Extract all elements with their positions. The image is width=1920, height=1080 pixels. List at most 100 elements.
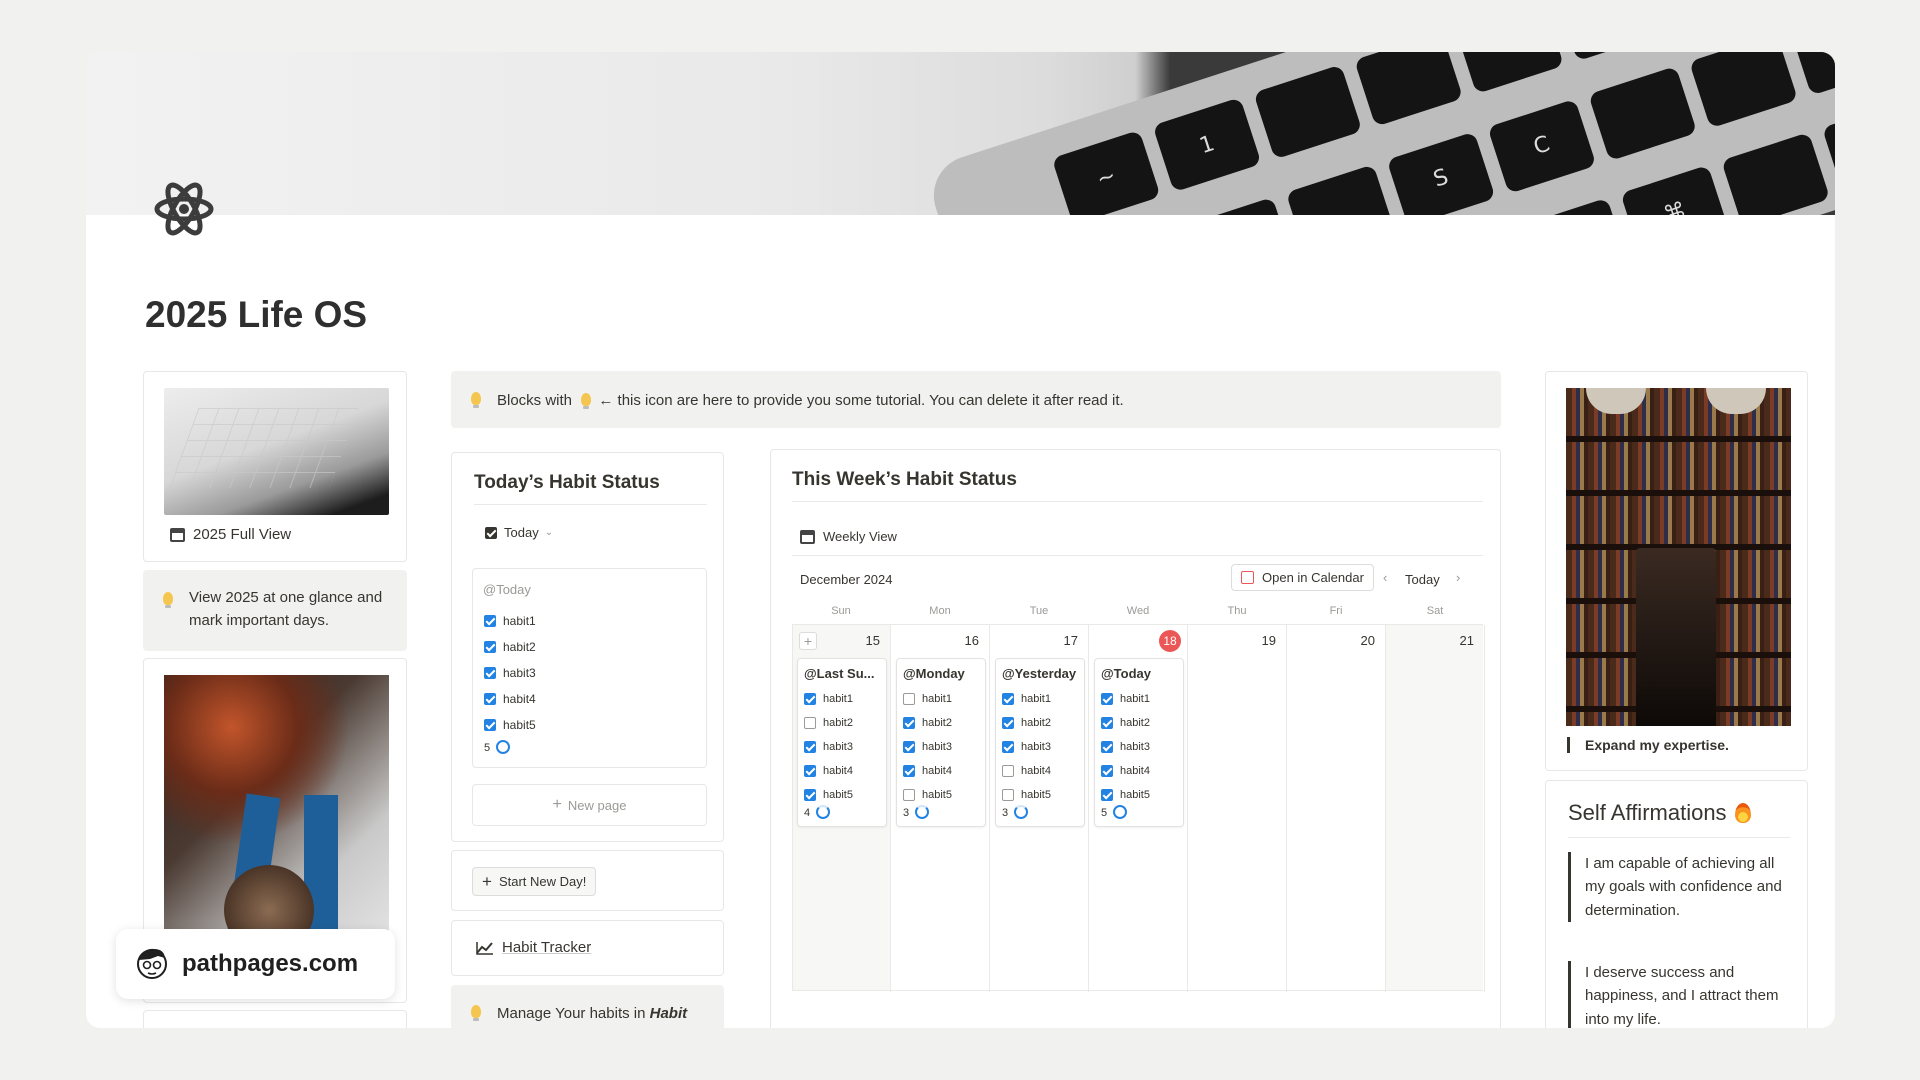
expertise-quote: Expand my expertise. — [1567, 737, 1729, 753]
divider — [792, 501, 1483, 502]
prev-week-button[interactable]: ‹ — [1383, 570, 1387, 585]
habit-row[interactable]: habit1 — [1002, 687, 1051, 711]
today-button[interactable]: Today — [1405, 572, 1440, 587]
day-cell[interactable]: 16 @Monday habit1 habit2 habit3 habit4 habit5 3 — [892, 625, 990, 992]
habit-row[interactable]: habit5 — [484, 712, 536, 738]
day-cell[interactable]: 19 — [1189, 625, 1287, 992]
tip-text: View 2025 at one glance and mark importa… — [189, 589, 383, 630]
habit-checkbox[interactable] — [1101, 717, 1113, 729]
habit-row[interactable]: habit1 — [1101, 687, 1150, 711]
new-page-label: New page — [567, 797, 627, 813]
habit-label: habit1 — [823, 693, 853, 705]
habit-checkbox[interactable] — [484, 615, 496, 627]
habit-row[interactable]: habit2 — [484, 634, 536, 660]
next-week-button[interactable]: › — [1456, 570, 1460, 585]
lightbulb-icon — [581, 393, 592, 409]
habit-row[interactable]: habit3 — [484, 660, 536, 686]
habit-checkbox[interactable] — [1002, 741, 1014, 753]
today-view-tab[interactable]: Today ⌄ — [485, 525, 553, 540]
habit-row[interactable]: habit4 — [903, 759, 952, 783]
new-page-button[interactable]: + New page — [472, 784, 707, 826]
habit-row[interactable]: habit4 — [484, 686, 536, 712]
weekly-habit-status: This Week’s Habit Status Weekly View Dec… — [770, 449, 1501, 1028]
habit-row[interactable]: habit2 — [1101, 711, 1150, 735]
count-value: 4 — [804, 807, 811, 819]
open-in-calendar-button[interactable]: Open in Calendar — [1231, 564, 1374, 591]
habit-row[interactable]: habit2 — [903, 711, 952, 735]
habit-checkbox[interactable] — [1101, 789, 1113, 801]
day-number: 21 — [1459, 633, 1474, 648]
start-new-day-button[interactable]: + Start New Day! — [472, 867, 597, 896]
habit-checkbox[interactable] — [903, 693, 915, 705]
habit-row[interactable]: habit5 — [804, 783, 853, 807]
habit-checkbox[interactable] — [484, 719, 496, 731]
habit-checkbox[interactable] — [484, 693, 496, 705]
tip-callout: View 2025 at one glance and mark importa… — [143, 570, 407, 651]
add-entry-button[interactable]: + — [799, 632, 817, 650]
day-cell[interactable]: +15 @Last Su... habit1 habit2 habit3 habit4 ha… — [793, 625, 891, 992]
day-cell[interactable]: 18 @Today habit1 habit2 habit3 habit4 habit5 5 — [1090, 625, 1188, 992]
habit-checkbox[interactable] — [903, 741, 915, 753]
habit-tracker-link[interactable]: Habit Tracker — [476, 939, 591, 956]
habit-checkbox[interactable] — [804, 741, 816, 753]
habit-row[interactable]: habit5 — [1002, 783, 1051, 807]
habit-tracker-card[interactable]: Habit Tracker — [451, 920, 724, 976]
habit-checkbox[interactable] — [804, 717, 816, 729]
day-cell[interactable]: 21 — [1387, 625, 1485, 992]
habit-checkbox[interactable] — [903, 789, 915, 801]
affirmations-title-text: Self Affirmations — [1568, 800, 1727, 825]
atom-icon[interactable] — [152, 177, 216, 241]
today-entry-card[interactable]: @Today habit1 habit2 habit3 habit4 habit5 5 — [472, 568, 707, 768]
full-view-link[interactable]: 2025 Full View — [170, 526, 291, 543]
habit-checkbox[interactable] — [1002, 693, 1014, 705]
brand-badge[interactable]: pathpages.com — [116, 929, 395, 999]
keyboard-key: S — [1386, 131, 1496, 215]
habit-row[interactable]: habit2 — [1002, 711, 1051, 735]
habit-checkbox[interactable] — [1101, 741, 1113, 753]
habit-row[interactable]: habit4 — [1002, 759, 1051, 783]
habit-checkbox[interactable] — [903, 717, 915, 729]
habit-row[interactable]: habit1 — [804, 687, 853, 711]
keyboard-key — [1555, 52, 1665, 62]
habit-checkbox[interactable] — [903, 765, 915, 777]
habit-row[interactable]: habit1 — [484, 608, 536, 634]
month-label: December 2024 — [800, 572, 893, 587]
habit-entry-card[interactable]: @Last Su... habit1 habit2 habit3 habit4 habit… — [797, 658, 887, 827]
habit-checkbox[interactable] — [804, 789, 816, 801]
weekly-view-tab[interactable]: Weekly View — [800, 529, 897, 544]
habit-row[interactable]: habit3 — [1002, 735, 1051, 759]
habit-checkbox[interactable] — [484, 667, 496, 679]
tutorial-banner: Blocks with ← this icon are here to prov… — [451, 371, 1501, 428]
habit-checkbox[interactable] — [804, 693, 816, 705]
habit-row[interactable]: habit3 — [903, 735, 952, 759]
habit-row[interactable]: habit3 — [1101, 735, 1150, 759]
count-value: 5 — [484, 742, 491, 754]
habit-row[interactable]: habit2 — [804, 711, 853, 735]
manage-tip-link[interactable]: Habit — [650, 1005, 688, 1022]
habit-row[interactable]: habit5 — [1101, 783, 1150, 807]
habit-row[interactable]: habit4 — [1101, 759, 1150, 783]
day-cell[interactable]: 20 — [1288, 625, 1386, 992]
habit-entry-card[interactable]: @Monday habit1 habit2 habit3 habit4 habit5 3 — [896, 658, 986, 827]
habit-entry-card[interactable]: @Today habit1 habit2 habit3 habit4 habit5 5 — [1094, 658, 1184, 827]
full-view-card[interactable]: 2025 Full View — [143, 371, 407, 562]
habit-row[interactable]: habit5 — [903, 783, 952, 807]
today-day-number: 18 — [1159, 630, 1181, 652]
left-next-card[interactable] — [143, 1010, 407, 1028]
habit-checkbox[interactable] — [804, 765, 816, 777]
habit-checkbox[interactable] — [1002, 789, 1014, 801]
habit-entry-card[interactable]: @Yesterday habit1 habit2 habit3 habit4 habit5… — [995, 658, 1085, 827]
habit-row[interactable]: habit1 — [903, 687, 952, 711]
habit-checkbox[interactable] — [1002, 765, 1014, 777]
habit-row[interactable]: habit3 — [804, 735, 853, 759]
habit-checkbox[interactable] — [484, 641, 496, 653]
habit-checkbox[interactable] — [1101, 765, 1113, 777]
banner-prefix: Blocks with — [497, 392, 573, 409]
habit-checkbox[interactable] — [1101, 693, 1113, 705]
keyboard-key — [1285, 163, 1395, 215]
expertise-card[interactable]: Expand my expertise. — [1545, 371, 1808, 771]
habit-checkbox[interactable] — [1002, 717, 1014, 729]
habit-row[interactable]: habit4 — [804, 759, 853, 783]
day-cell[interactable]: 17 @Yesterday habit1 habit2 habit3 habit4 habi… — [991, 625, 1089, 992]
cover-image[interactable]: ~1QSCAX⌘ — [86, 52, 1835, 215]
